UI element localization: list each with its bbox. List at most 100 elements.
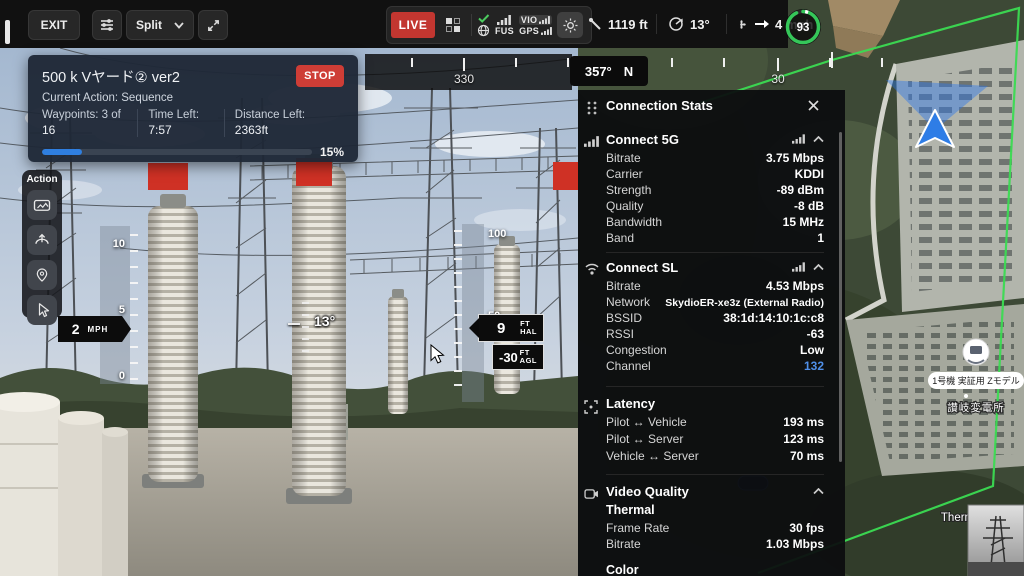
stream-status-cluster: LIVE FUS VIO GPS bbox=[386, 6, 592, 44]
cursor-icon bbox=[35, 302, 50, 319]
signal-bars-icon bbox=[539, 16, 550, 24]
speed-tick-0: 0 bbox=[119, 370, 125, 382]
signal-bars-icon bbox=[792, 262, 805, 272]
chevron-up-icon[interactable] bbox=[813, 264, 824, 271]
chevron-down-icon bbox=[174, 22, 184, 29]
thermal-roi-box bbox=[553, 162, 578, 190]
fusion-status[interactable]: FUS bbox=[495, 10, 514, 40]
fus-label: FUS bbox=[495, 26, 514, 36]
section-title: Video Quality bbox=[606, 484, 689, 499]
divider bbox=[726, 14, 727, 34]
mission-progress-fill bbox=[42, 149, 82, 155]
battery-indicator[interactable]: 93 bbox=[784, 8, 822, 46]
chevron-up-icon[interactable] bbox=[813, 488, 824, 495]
close-icon[interactable] bbox=[807, 99, 820, 112]
cell-signal-icon bbox=[584, 136, 599, 147]
drag-handle-icon[interactable] bbox=[586, 100, 598, 116]
speed-tape: 10 5 0 bbox=[100, 226, 130, 384]
skydio-flight-ui: 1号機 実証用 Zモデル 讃岐変電所 Thermal EXIT Split bbox=[0, 0, 1024, 576]
gimbal-pitch-indicator: 13° bbox=[668, 0, 710, 48]
speed-tick-10: 10 bbox=[113, 238, 125, 250]
panel-handle[interactable] bbox=[5, 20, 10, 44]
speed-readout: 2 MPH bbox=[58, 316, 122, 342]
live-label: LIVE bbox=[399, 18, 428, 32]
hal-value: 9 bbox=[497, 320, 505, 337]
section-connect-sl: Connect SL Bitrate4.53 Mbps NetworkSkydi… bbox=[606, 258, 824, 375]
alt-tick-100: 100 bbox=[488, 228, 506, 240]
media-icon bbox=[33, 197, 51, 213]
media-capture-button[interactable] bbox=[27, 190, 57, 220]
ascend-icon bbox=[33, 231, 51, 249]
section-title: Connect 5G bbox=[606, 132, 679, 147]
arrow-right-icon bbox=[755, 19, 769, 29]
mission-panel: 500 k Vヤード② ver2 STOP Current Action: Se… bbox=[28, 55, 358, 162]
speed-tick-5: 5 bbox=[119, 304, 125, 316]
thermal-pip[interactable] bbox=[968, 505, 1024, 576]
nav-health-indicator[interactable] bbox=[477, 10, 490, 40]
section-title: Connect SL bbox=[606, 260, 678, 275]
stop-button[interactable]: STOP bbox=[296, 65, 344, 87]
heading-value: 357° bbox=[585, 64, 612, 79]
waypoint-action-button[interactable] bbox=[27, 260, 57, 290]
chevron-up-icon[interactable] bbox=[813, 136, 824, 143]
thermal-roi-box bbox=[296, 158, 332, 186]
site-label: 1号機 実証用 Zモデル bbox=[932, 375, 1020, 386]
sliders-icon bbox=[99, 17, 115, 33]
rangefinder-icon bbox=[588, 17, 602, 31]
signal-bars-icon bbox=[497, 15, 511, 25]
section-title: Latency bbox=[606, 396, 655, 411]
mouse-cursor bbox=[430, 344, 446, 366]
agl-altitude-readout: -30 FTAGL bbox=[492, 344, 544, 370]
mission-progress-label: 15% bbox=[320, 145, 344, 159]
altitude-value: 1119 ft bbox=[608, 17, 648, 32]
vio-label: VIO bbox=[521, 15, 537, 25]
signal-bars-icon bbox=[792, 134, 805, 144]
fullscreen-button[interactable] bbox=[198, 10, 228, 40]
gimbal-pitch-hud: 13° bbox=[288, 296, 348, 366]
brightness-button[interactable] bbox=[557, 12, 583, 38]
pointer-action-button[interactable] bbox=[27, 295, 57, 325]
color-subheader: Color bbox=[606, 563, 824, 576]
connection-stats-panel: Connection Stats Connect 5G Bitrate3.75 … bbox=[578, 90, 845, 576]
check-icon bbox=[478, 14, 490, 23]
view-settings-button[interactable] bbox=[92, 10, 122, 40]
grid-icon bbox=[446, 18, 460, 32]
live-button[interactable]: LIVE bbox=[391, 12, 435, 38]
expand-icon bbox=[206, 18, 221, 33]
gimbal-pitch-value: 13° bbox=[690, 17, 710, 32]
channel-value[interactable]: 132 bbox=[804, 359, 824, 373]
gimbal-icon bbox=[668, 16, 684, 32]
vio-gps-status[interactable]: VIO GPS bbox=[519, 10, 552, 40]
exit-button[interactable]: EXIT bbox=[28, 10, 80, 40]
speed-unit: MPH bbox=[88, 325, 109, 334]
divider bbox=[471, 14, 472, 36]
signal-bars-icon bbox=[541, 27, 552, 35]
pitch-value: 13° bbox=[314, 313, 335, 329]
globe-icon bbox=[477, 24, 490, 37]
sun-icon bbox=[563, 18, 578, 33]
hal-altitude-readout: 9 FTHAL bbox=[478, 314, 544, 342]
rangefinder-altitude: 1119 ft bbox=[588, 0, 648, 48]
exit-label: EXIT bbox=[41, 18, 68, 32]
agl-value: -30 bbox=[499, 350, 518, 365]
section-video-quality: Video Quality Thermal Frame Rate30 fps B… bbox=[606, 482, 824, 576]
layout-grid-button[interactable] bbox=[440, 18, 466, 32]
section-latency: Latency Pilot ↔ Vehicle193 ms Pilot ↔ Se… bbox=[606, 394, 824, 466]
ascend-action-button[interactable] bbox=[27, 225, 57, 255]
divider bbox=[656, 14, 657, 34]
video-camera-icon bbox=[584, 488, 599, 500]
gps-label: GPS bbox=[519, 26, 539, 36]
battery-percent: 93 bbox=[797, 22, 810, 34]
panel-scrollbar[interactable] bbox=[839, 132, 842, 462]
heading-readout: 357° N bbox=[570, 56, 648, 86]
mission-progress-track bbox=[42, 149, 312, 155]
section-connect-5g: Connect 5G Bitrate3.75 Mbps CarrierKDDI … bbox=[606, 130, 824, 247]
speed-value: 2 bbox=[72, 321, 80, 337]
action-rail-title: Action bbox=[22, 174, 62, 185]
wifi-icon bbox=[584, 262, 600, 275]
time-left-stat: Time Left: 7:57 bbox=[137, 109, 223, 137]
mission-title: 500 k Vヤード② ver2 bbox=[42, 66, 180, 87]
pitch-marker bbox=[288, 323, 300, 325]
thermal-subheader: Thermal bbox=[606, 503, 824, 521]
layout-split-dropdown[interactable]: Split bbox=[126, 10, 194, 40]
